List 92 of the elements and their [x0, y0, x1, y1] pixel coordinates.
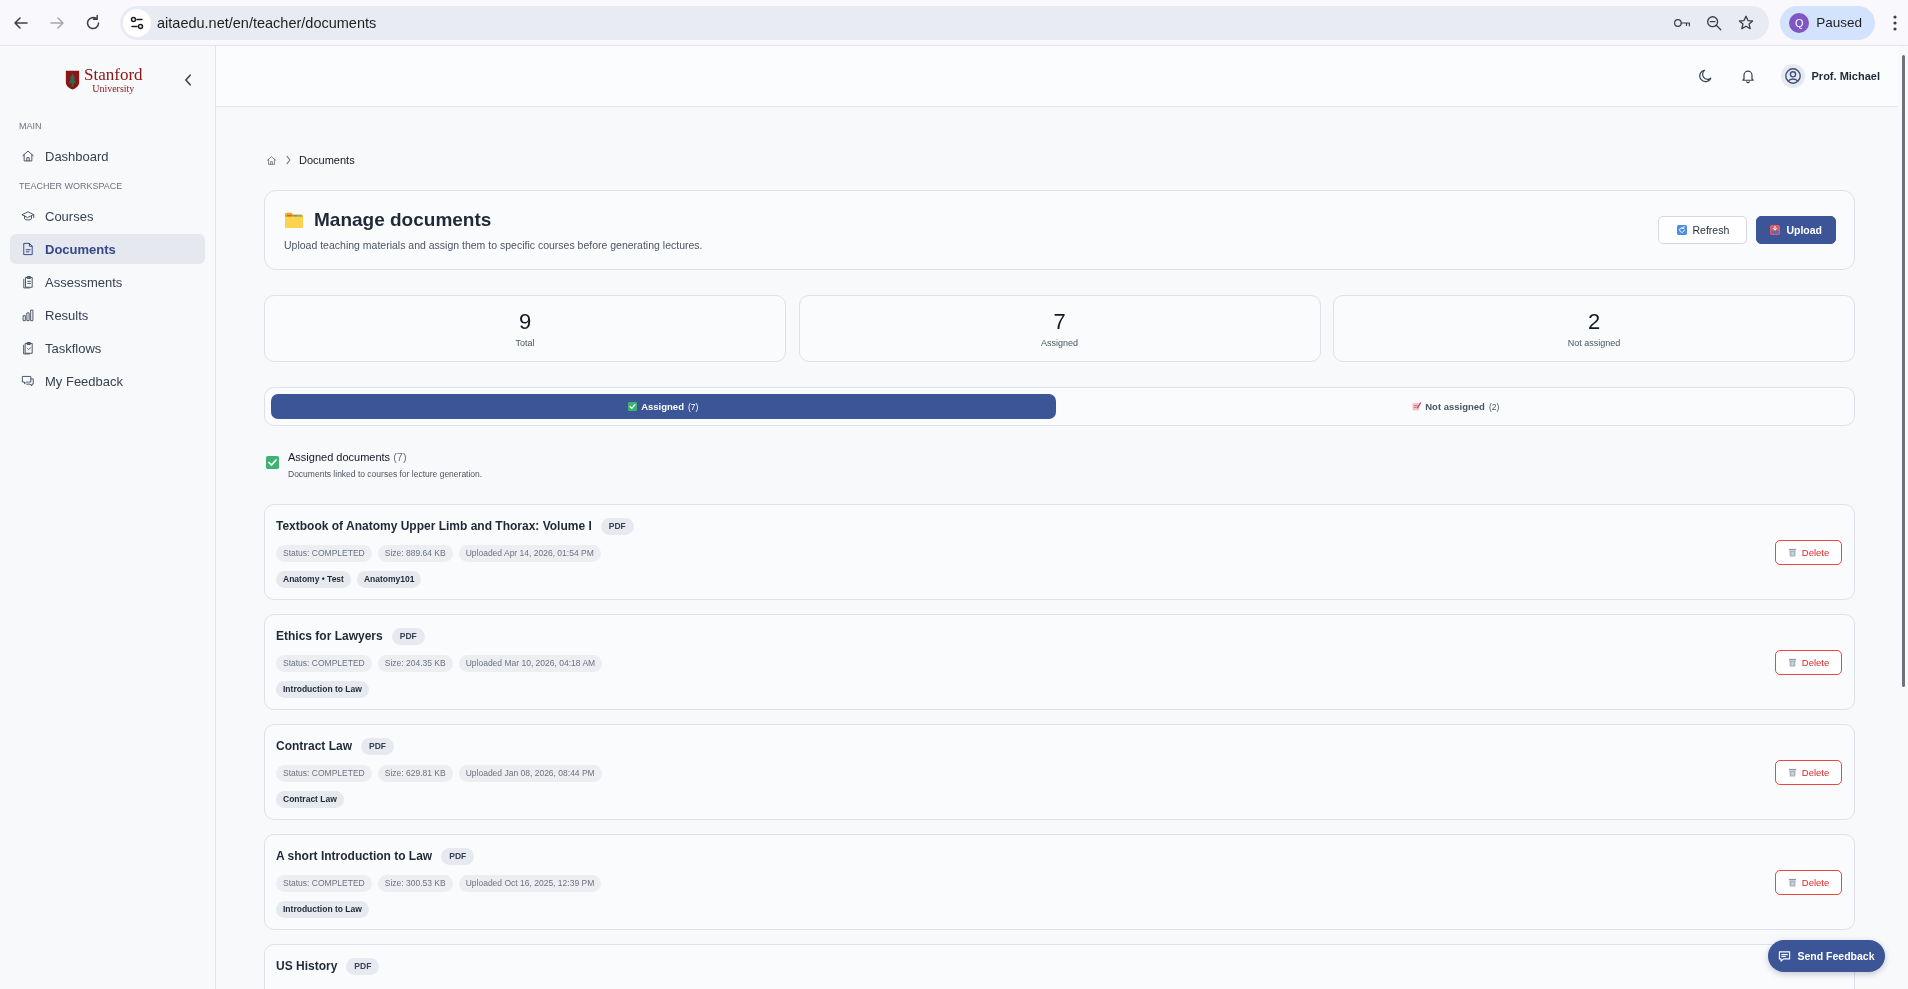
profile-button[interactable]: Q Paused: [1780, 5, 1875, 40]
sidebar-section-label: TEACHER WORKSPACE: [19, 180, 124, 192]
check-box-icon: [628, 402, 638, 411]
file-size-tag: Size: 889.64 KB: [377, 545, 453, 562]
site-settings-icon[interactable]: [123, 8, 151, 37]
status-tag: Status: COMPLETED: [276, 765, 372, 782]
trash-icon: [1787, 547, 1797, 557]
sidebar-item[interactable]: Taskflows: [10, 333, 205, 363]
page-description: Upload teaching materials and assign them to specific courses before generating lectures.: [284, 238, 703, 252]
moon-icon[interactable]: [1697, 68, 1714, 84]
delete-button[interactable]: Delete: [1775, 759, 1842, 785]
document-title: Contract Law: [276, 739, 352, 753]
chat-bubbles-icon: [21, 374, 35, 388]
delete-button[interactable]: Delete: [1775, 649, 1842, 675]
sidebar-item[interactable]: Documents: [10, 234, 205, 264]
trash-icon: [1787, 657, 1797, 667]
memo-icon: [1412, 402, 1422, 411]
profile-avatar: Q: [1789, 12, 1810, 33]
delete-button[interactable]: Delete: [1775, 869, 1842, 895]
file-size-tag: Size: 300.53 KB: [377, 875, 453, 892]
sidebar-item[interactable]: My Feedback: [10, 366, 205, 396]
stat-value: 7: [1053, 309, 1066, 335]
stat-label: Assigned: [1041, 338, 1078, 348]
bar-chart-icon: [21, 308, 35, 322]
collapse-chevron-icon[interactable]: [183, 73, 193, 87]
course-tag: Anatomy • Test: [276, 571, 351, 588]
course-tag: Introduction to Law: [276, 901, 369, 918]
document-title: Ethics for Lawyers: [276, 629, 383, 643]
refresh-button[interactable]: Refresh: [1658, 215, 1748, 244]
user-avatar-icon: [1780, 64, 1805, 88]
chevron-right-icon: [285, 155, 292, 165]
zoom-out-icon[interactable]: [1705, 13, 1724, 32]
clipboard-icon: [21, 275, 35, 289]
document-title: Textbook of Anatomy Upper Limb and Thorax: Volume I: [276, 519, 592, 533]
stat-value: 9: [518, 309, 532, 335]
delete-button[interactable]: Delete: [1775, 539, 1842, 565]
inbox-tray-icon: [1770, 224, 1781, 235]
sidebar-section-label: MAIN: [19, 120, 43, 132]
upload-button[interactable]: Upload: [1756, 215, 1836, 244]
upload-date-tag: Uploaded Mar 10, 2026, 04:18 AM: [458, 655, 603, 672]
stat-value: 2: [1587, 309, 1601, 335]
stat-label: Not assigned: [1567, 338, 1621, 348]
graduation-cap-icon: [21, 209, 35, 223]
upload-date-tag: Uploaded Oct 16, 2025, 12:39 PM: [458, 875, 602, 892]
course-tag: Contract Law: [276, 791, 344, 808]
send-feedback-button[interactable]: Send Feedback: [1768, 940, 1885, 972]
section-title: Assigned documents (7): [288, 450, 408, 464]
file-type-badge: PDF: [391, 627, 425, 645]
upload-date-tag: Uploaded Apr 14, 2026, 01:54 PM: [458, 545, 601, 562]
logo-subtitle: University: [92, 84, 135, 94]
more-menu-icon[interactable]: [1893, 14, 1897, 31]
sidebar-item[interactable]: Courses: [10, 201, 205, 231]
sidebar-item[interactable]: Results: [10, 300, 205, 330]
folder-icon: [284, 211, 304, 229]
home-icon: [21, 149, 35, 163]
upload-date-tag: Uploaded Jan 08, 2026, 08:44 PM: [458, 765, 602, 782]
course-tag: Introduction to Law: [276, 681, 369, 698]
check-box-icon: [266, 456, 279, 469]
address-bar[interactable]: aitaedu.net/en/teacher/documents: [120, 5, 1770, 40]
star-icon[interactable]: [1737, 13, 1756, 32]
course-tag: Anatomy101: [356, 571, 422, 588]
tab[interactable]: Assigned (7): [271, 394, 1056, 419]
file-type-badge: PDF: [346, 957, 380, 975]
document-icon: [21, 242, 35, 256]
breadcrumb-current: Documents: [299, 154, 355, 166]
tab[interactable]: Not assigned (2): [1063, 394, 1848, 419]
sidebar-item[interactable]: Assessments: [10, 267, 205, 297]
clipboard-icon: [21, 341, 35, 355]
trash-icon: [1787, 877, 1797, 887]
status-tag: Status: COMPLETED: [276, 875, 372, 892]
document-title: US History: [276, 959, 338, 973]
status-tag: Status: COMPLETED: [276, 545, 372, 562]
sidebar-item[interactable]: Dashboard: [10, 141, 205, 171]
stat-label: Total: [515, 338, 535, 348]
file-type-badge: PDF: [441, 847, 475, 865]
trash-icon: [1787, 767, 1797, 777]
page-title: Manage documents: [314, 209, 492, 231]
document-title: A short Introduction to Law: [276, 849, 433, 863]
chat-bubble-icon: [1778, 949, 1792, 963]
scrollbar-thumb[interactable]: [1901, 55, 1905, 687]
file-size-tag: Size: 629.81 KB: [377, 765, 453, 782]
home-icon[interactable]: [266, 154, 277, 166]
section-description: Documents linked to courses for lecture generation.: [288, 469, 483, 480]
file-type-badge: PDF: [600, 517, 634, 535]
shield-tree-logo-icon: [65, 69, 80, 91]
logo-name: Stanford: [84, 66, 143, 83]
bell-icon[interactable]: [1739, 68, 1756, 84]
user-menu-button[interactable]: Prof. Michael: [1780, 64, 1880, 88]
status-tag: Status: COMPLETED: [276, 655, 372, 672]
file-size-tag: Size: 204.35 KB: [377, 655, 453, 672]
refresh-icon: [1676, 224, 1687, 235]
file-type-badge: PDF: [361, 737, 394, 755]
